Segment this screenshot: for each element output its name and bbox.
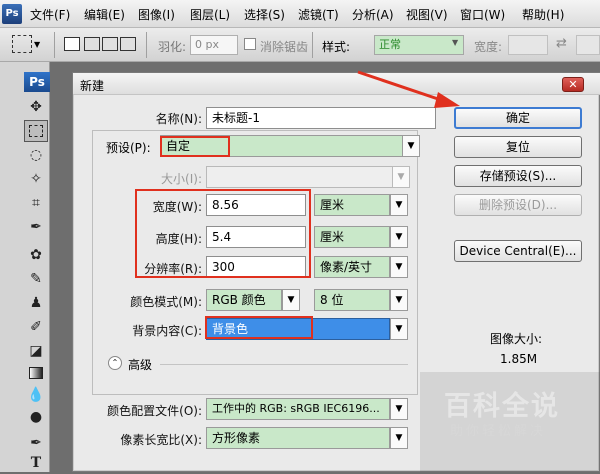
- watermark-subtitle: 助你轻松解决: [450, 424, 547, 439]
- watermark-title: 百科全说: [444, 391, 560, 422]
